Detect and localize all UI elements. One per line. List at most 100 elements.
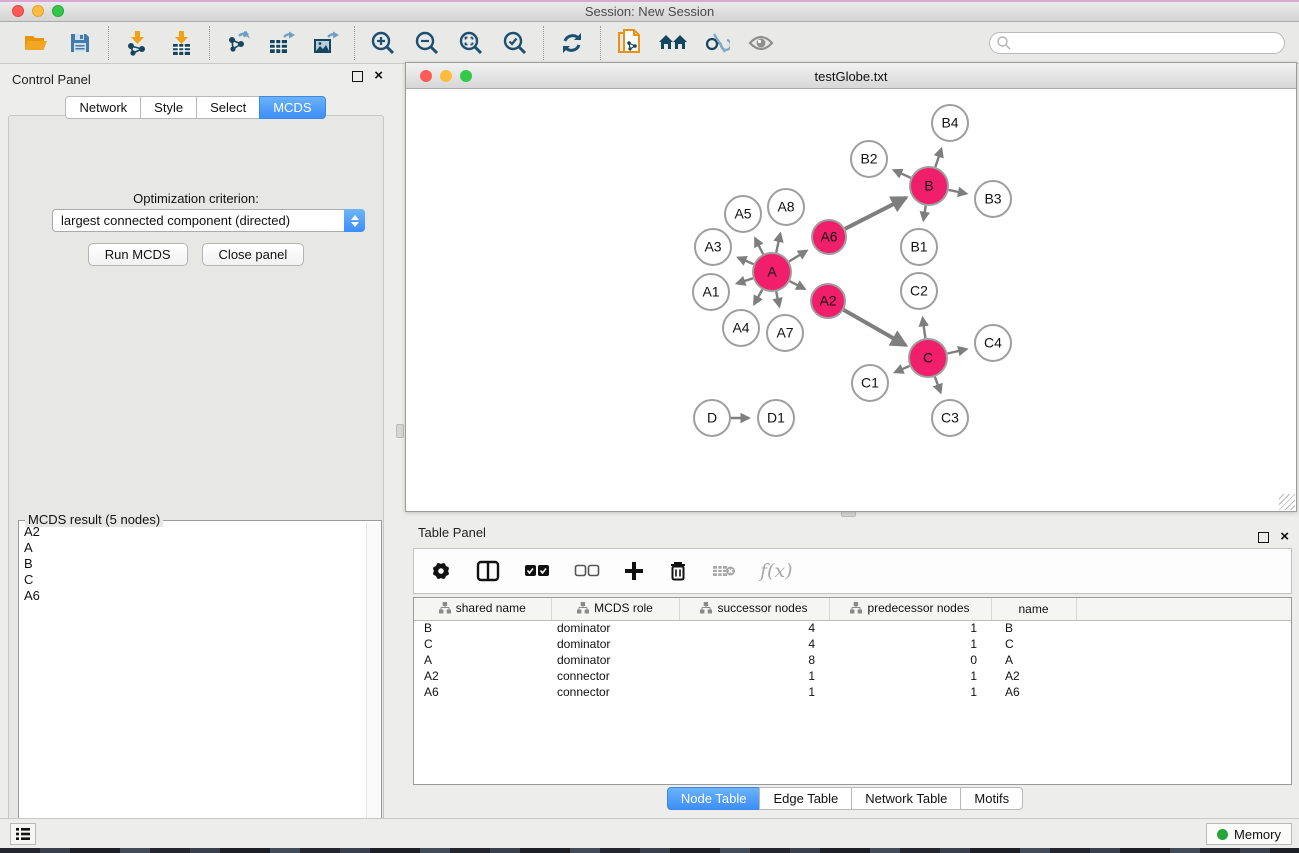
table-tab-network-table[interactable]: Network Table — [851, 787, 961, 810]
split-columns-icon[interactable] — [476, 560, 500, 582]
dropdown-stepper-icon[interactable] — [344, 209, 365, 232]
memory-button[interactable]: Memory — [1206, 823, 1292, 845]
zoom-in-icon[interactable] — [368, 28, 398, 58]
edge-C-C3[interactable] — [935, 377, 941, 393]
tab-mcds[interactable]: MCDS — [259, 96, 325, 119]
table-tab-node-table[interactable]: Node Table — [667, 787, 761, 810]
table-cell[interactable]: 1 — [679, 668, 829, 684]
column-header-successor-nodes[interactable]: successor nodes — [679, 598, 829, 620]
table-cell[interactable]: 4 — [679, 620, 829, 636]
table-row[interactable]: A2connector11A2 — [414, 668, 1291, 684]
table-row[interactable]: Cdominator41C — [414, 636, 1291, 652]
table-cell[interactable]: C — [414, 636, 551, 652]
tab-network[interactable]: Network — [65, 96, 141, 119]
network-canvas[interactable]: B4B2BB3A8A5A6A3B1AC2A1A2A4A7C4CC1C3DD1 — [406, 89, 1296, 511]
control-panel-close-icon[interactable]: × — [374, 67, 383, 84]
table-cell[interactable]: A2 — [991, 668, 1076, 684]
export-network-icon[interactable] — [223, 28, 253, 58]
edge-C-C2[interactable] — [923, 318, 926, 338]
add-column-icon[interactable] — [624, 561, 644, 581]
result-item[interactable]: A2 — [24, 524, 366, 540]
edge-A-A4[interactable] — [754, 289, 762, 304]
result-item[interactable]: A6 — [24, 588, 366, 604]
zoom-selected-icon[interactable] — [500, 28, 530, 58]
column-header-name[interactable]: name — [991, 598, 1076, 620]
save-session-icon[interactable] — [65, 28, 95, 58]
edge-A-A3[interactable] — [738, 258, 754, 265]
table-cell[interactable]: 1 — [829, 636, 991, 652]
clone-network-icon[interactable] — [614, 28, 644, 58]
table-panel-float-icon[interactable] — [1258, 532, 1269, 543]
table-row[interactable]: A6connector11A6 — [414, 684, 1291, 700]
export-table-icon[interactable] — [267, 28, 297, 58]
edge-A-A5[interactable] — [755, 238, 763, 254]
table-tab-motifs[interactable]: Motifs — [960, 787, 1023, 810]
edge-B-B3[interactable] — [949, 190, 967, 194]
table-cell[interactable]: A2 — [414, 668, 551, 684]
zoom-out-icon[interactable] — [412, 28, 442, 58]
edge-A-A1[interactable] — [737, 278, 753, 283]
table-row[interactable]: Adominator80A — [414, 652, 1291, 668]
table-cell[interactable]: A6 — [991, 684, 1076, 700]
eye-icon[interactable] — [746, 28, 776, 58]
deselect-all-columns-icon[interactable] — [574, 564, 600, 578]
open-session-icon[interactable] — [21, 28, 51, 58]
edge-A-A6[interactable] — [789, 251, 807, 262]
edge-C-C4[interactable] — [947, 349, 966, 353]
edge-B-B1[interactable] — [923, 206, 925, 221]
edge-C-C1[interactable] — [895, 366, 910, 372]
table-cell[interactable]: connector — [551, 684, 679, 700]
network-window-titlebar[interactable]: testGlobe.txt — [406, 63, 1296, 89]
search-input-box[interactable] — [989, 32, 1285, 54]
delete-table-icon[interactable] — [712, 563, 736, 579]
table-cell[interactable]: dominator — [551, 636, 679, 652]
table-cell[interactable]: B — [414, 620, 551, 636]
apply-function-icon[interactable]: f(x) — [760, 560, 793, 582]
result-item[interactable]: C — [24, 572, 366, 588]
criterion-dropdown[interactable]: largest connected component (directed) — [52, 209, 365, 232]
table-cell[interactable]: connector — [551, 668, 679, 684]
edge-A6-B[interactable] — [845, 198, 906, 229]
table-cell[interactable]: C — [991, 636, 1076, 652]
tab-style[interactable]: Style — [140, 96, 197, 119]
table-cell[interactable]: 1 — [829, 620, 991, 636]
table-cell[interactable]: 1 — [829, 684, 991, 700]
control-panel-float-icon[interactable] — [352, 71, 363, 82]
run-mcds-button[interactable]: Run MCDS — [88, 243, 188, 266]
delete-column-trash-icon[interactable] — [668, 560, 688, 582]
edge-A-A7[interactable] — [776, 292, 779, 307]
table-cell[interactable]: B — [991, 620, 1076, 636]
table-panel-close-icon[interactable]: × — [1280, 528, 1289, 545]
edge-B-B2[interactable] — [894, 170, 911, 178]
table-cell[interactable]: 1 — [679, 684, 829, 700]
select-all-columns-icon[interactable] — [524, 564, 550, 578]
export-image-icon[interactable] — [311, 28, 341, 58]
homes-icon[interactable] — [658, 28, 688, 58]
refresh-icon[interactable] — [557, 28, 587, 58]
edge-A-A2[interactable] — [790, 281, 805, 289]
table-cell[interactable]: A — [991, 652, 1076, 668]
import-table-icon[interactable] — [166, 28, 196, 58]
vertical-splitter-handle[interactable] — [396, 424, 404, 438]
table-cell[interactable]: A6 — [414, 684, 551, 700]
hide-glasses-icon[interactable] — [702, 28, 732, 58]
result-scrollbar[interactable] — [366, 522, 380, 849]
result-item[interactable]: A — [24, 540, 366, 556]
table-cell[interactable]: 1 — [829, 668, 991, 684]
mcds-result-list[interactable]: A2ABCA6 — [20, 524, 366, 849]
close-panel-button[interactable]: Close panel — [202, 243, 305, 266]
table-tab-edge-table[interactable]: Edge Table — [759, 787, 852, 810]
search-input[interactable] — [1012, 34, 1284, 52]
task-history-button[interactable] — [10, 823, 36, 845]
column-header-shared-name[interactable]: shared name — [414, 598, 551, 620]
tab-select[interactable]: Select — [196, 96, 260, 119]
table-cell[interactable]: 4 — [679, 636, 829, 652]
table-cell[interactable]: A — [414, 652, 551, 668]
result-item[interactable]: B — [24, 556, 366, 572]
table-settings-gear-icon[interactable] — [430, 560, 452, 582]
zoom-fit-icon[interactable] — [456, 28, 486, 58]
table-cell[interactable]: dominator — [551, 620, 679, 636]
table-cell[interactable]: 8 — [679, 652, 829, 668]
table-row[interactable]: Bdominator41B — [414, 620, 1291, 636]
window-resize-grip[interactable] — [1279, 494, 1295, 510]
